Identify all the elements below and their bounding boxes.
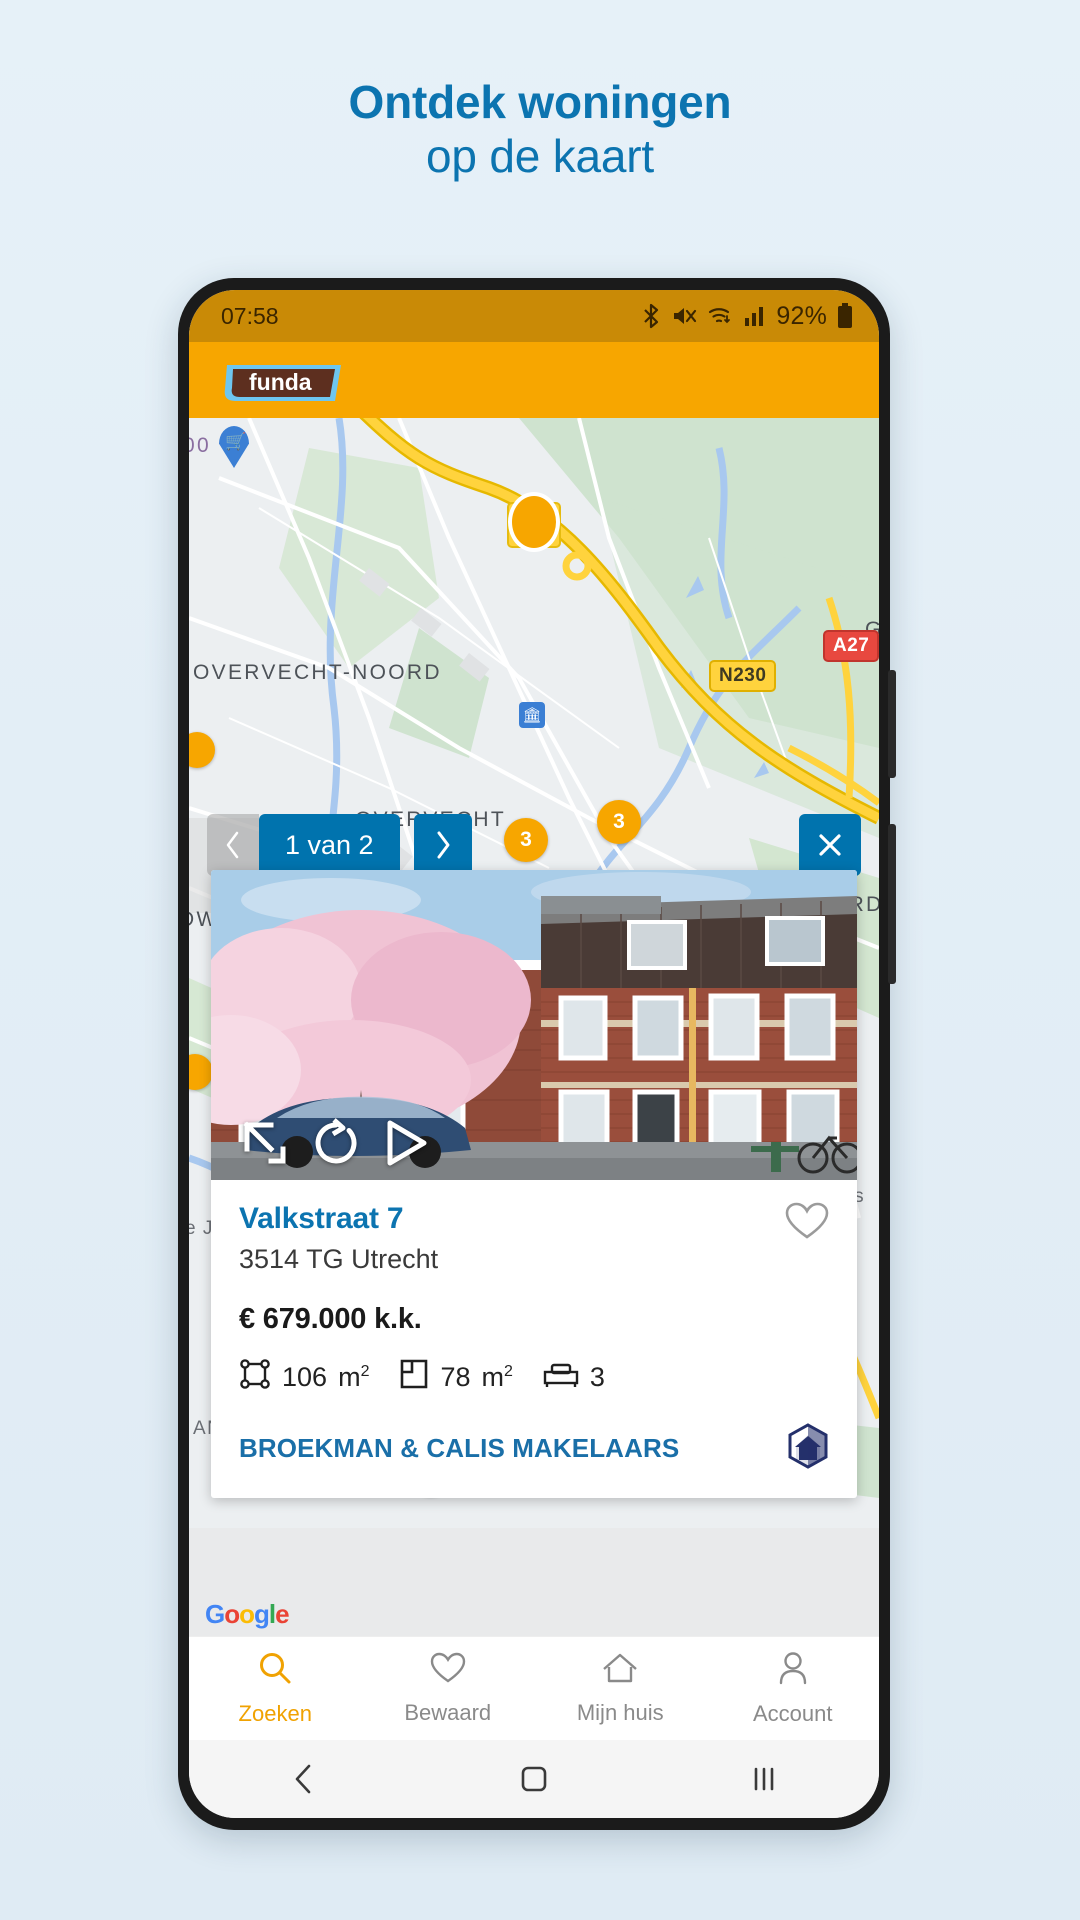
google-watermark: Google xyxy=(205,1599,290,1629)
power-button[interactable] xyxy=(888,824,896,984)
stat-living-area-unit: m2 xyxy=(481,1362,513,1392)
promo-heading: Ontdek woningen op de kaart xyxy=(0,0,1080,184)
status-bar-icons: 92% xyxy=(640,302,853,331)
rotate-360-icon[interactable] xyxy=(311,1118,361,1168)
map-label: 00 xyxy=(189,434,211,457)
tab-mijn-huis-label: Mijn huis xyxy=(576,1699,664,1725)
broker-hexagon-house-icon xyxy=(787,1423,829,1474)
road-shield-n230: N230 xyxy=(709,660,777,692)
carousel-prev-button[interactable] xyxy=(207,814,259,876)
stat-plot-area-value: 106 xyxy=(282,1362,328,1392)
heart-icon xyxy=(430,1652,466,1690)
home-icon[interactable] xyxy=(519,1764,549,1794)
tab-account-label: Account xyxy=(753,1700,833,1726)
tab-zoeken-label: Zoeken xyxy=(238,1700,312,1726)
promo-line-2: op de kaart xyxy=(426,130,654,183)
battery-percentage: 92% xyxy=(776,301,827,330)
museum-poi-icon[interactable]: 🏛 xyxy=(519,702,545,728)
bottom-tab-bar: Zoeken Bewaard Mijn huis Account xyxy=(189,1636,879,1740)
property-stats: 106 m2 78 m2 3 xyxy=(239,1358,829,1397)
person-icon xyxy=(777,1651,809,1691)
funda-logo[interactable]: funda xyxy=(221,355,351,405)
carousel-controls: 1 van 2 xyxy=(189,814,879,876)
property-address[interactable]: Valkstraat 7 xyxy=(239,1202,438,1236)
battery-icon xyxy=(837,303,853,329)
expand-icon[interactable] xyxy=(241,1119,289,1167)
promo-line-1: Ontdek woningen xyxy=(348,76,732,128)
property-photo[interactable] xyxy=(211,870,857,1180)
property-postal-city: 3514 TG Utrecht xyxy=(239,1244,439,1274)
tab-account[interactable]: Account xyxy=(707,1637,880,1740)
play-video-icon[interactable] xyxy=(383,1118,429,1168)
photo-overlay-controls xyxy=(241,1118,429,1168)
property-card-body: Valkstraat 7 3514 TG Utrecht € 679.000 k… xyxy=(211,1180,857,1498)
stat-bedrooms-value: 3 xyxy=(589,1362,605,1392)
signal-icon xyxy=(744,305,766,327)
property-price: € 679.000 k.k. xyxy=(239,1303,422,1335)
mute-icon xyxy=(672,304,698,328)
stat-bedrooms: 3 xyxy=(543,1360,605,1395)
heart-outline-icon[interactable] xyxy=(785,1202,829,1247)
cart-icon: 🛒 xyxy=(225,432,247,451)
broker-name[interactable]: BROEKMAN & CALIS MAKELAARS xyxy=(239,1433,679,1464)
stat-plot-area: 106 m2 xyxy=(239,1358,369,1397)
selected-property-marker[interactable] xyxy=(507,502,561,548)
carousel-next-button[interactable] xyxy=(413,814,472,876)
tab-mijn-huis[interactable]: Mijn huis xyxy=(534,1637,707,1740)
tab-bewaard[interactable]: Bewaard xyxy=(362,1637,535,1740)
phone-screen: 07:58 92% funda OVERVECHT-NOORD e AN 0 N… xyxy=(189,290,879,1818)
search-icon xyxy=(258,1651,292,1691)
stat-living-area-value: 78 xyxy=(440,1362,471,1392)
back-icon[interactable] xyxy=(289,1762,319,1796)
living-area-icon xyxy=(399,1358,429,1397)
carousel-close-button[interactable] xyxy=(799,814,861,876)
stat-living-area: 78 m2 xyxy=(399,1358,513,1397)
tab-bewaard-label: Bewaard xyxy=(404,1699,492,1725)
bedrooms-icon xyxy=(543,1360,579,1395)
wifi-icon xyxy=(708,304,734,328)
phone-mockup: 07:58 92% funda OVERVECHT-NOORD e AN 0 N… xyxy=(178,278,896,1830)
recents-icon[interactable] xyxy=(749,1764,779,1794)
volume-button[interactable] xyxy=(888,670,896,778)
android-nav-bar xyxy=(189,1740,879,1818)
broker-row[interactable]: BROEKMAN & CALIS MAKELAARS xyxy=(239,1423,829,1474)
house-icon xyxy=(601,1652,639,1690)
property-card[interactable]: Valkstraat 7 3514 TG Utrecht € 679.000 k… xyxy=(211,870,857,1498)
map-label: OVERVECHT-NOORD xyxy=(193,661,442,684)
property-address-row: Valkstraat 7 3514 TG Utrecht xyxy=(239,1202,829,1275)
status-bar-time: 07:58 xyxy=(221,302,279,329)
map-view[interactable]: OVERVECHT-NOORD OVERVECHT ZAMENHOFDREEF … xyxy=(189,418,879,1636)
plot-area-icon xyxy=(239,1358,271,1397)
bluetooth-icon xyxy=(640,303,662,329)
app-bar: funda xyxy=(189,342,879,418)
carousel-counter: 1 van 2 xyxy=(259,814,400,876)
road-shield-a27: A27 xyxy=(823,630,879,662)
svg-text:funda: funda xyxy=(249,369,312,395)
tab-zoeken[interactable]: Zoeken xyxy=(189,1637,362,1740)
stat-plot-area-unit: m2 xyxy=(338,1362,370,1392)
status-bar: 07:58 92% xyxy=(189,290,879,342)
